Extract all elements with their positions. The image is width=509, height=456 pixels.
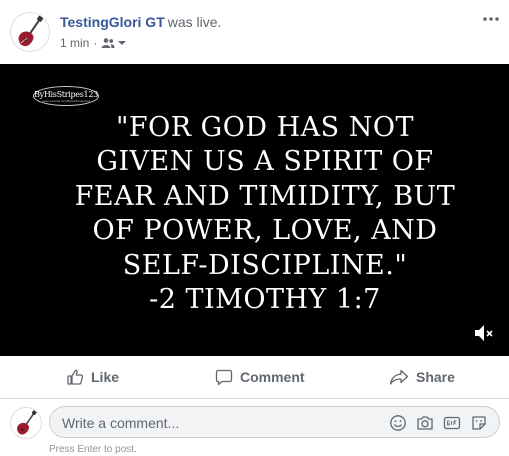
share-label: Share	[416, 369, 455, 385]
more-options-button[interactable]	[481, 12, 501, 26]
like-label: Like	[91, 369, 120, 385]
meta-separator: ·	[93, 36, 98, 50]
channel-name: ByHisStripes123	[34, 90, 98, 99]
comment-input[interactable]	[60, 407, 364, 439]
sticker-icon	[472, 416, 486, 430]
thumbs-up-icon	[67, 369, 84, 385]
gif-icon	[443, 416, 461, 430]
more-options-icon	[483, 17, 499, 21]
share-button[interactable]: Share	[389, 365, 455, 389]
guitar-icon	[17, 410, 37, 435]
sticker-button[interactable]	[469, 413, 489, 433]
photo-button[interactable]	[415, 413, 435, 433]
verse-line: of power, love, and	[92, 215, 438, 247]
post-header: TestingGlori GT was live. 1 min ·	[0, 0, 509, 64]
share-arrow-icon	[389, 369, 409, 385]
comment-button[interactable]: Comment	[215, 365, 305, 389]
commenter-avatar[interactable]	[10, 407, 42, 439]
emoji-button[interactable]	[388, 413, 408, 433]
comment-hint: Press Enter to post.	[49, 444, 137, 455]
audience-selector[interactable]	[101, 37, 127, 49]
like-button[interactable]: Like	[66, 365, 119, 389]
post-title-line: TestingGlori GT was live.	[60, 14, 221, 30]
emoji-icon	[390, 415, 406, 431]
author-name-link[interactable]: TestingGlori GT	[60, 14, 165, 30]
chevron-down-icon	[118, 41, 127, 45]
comment-composer: Press Enter to post.	[0, 400, 509, 456]
post-action-text: was live.	[167, 14, 222, 30]
channel-url: www.youtube.com/ByHisStripes123	[42, 99, 90, 103]
guitar-icon	[18, 15, 44, 47]
post-actions-bar: Like Comment Share	[0, 356, 509, 399]
verse-line: fear and timidity, but	[74, 180, 456, 212]
live-video-player[interactable]: ByHisStripes123 www.youtube.com/ByHisStr…	[0, 64, 509, 356]
verse-text: "For God has not given us a spirit of fe…	[40, 111, 490, 317]
camera-icon	[417, 416, 433, 430]
comment-input-box	[49, 406, 500, 439]
gif-button[interactable]	[442, 413, 462, 433]
comment-tools	[381, 413, 489, 433]
profile-avatar[interactable]	[10, 12, 50, 52]
verse-reference: -2 Timothy 1:7	[149, 284, 381, 316]
comment-bubble-icon	[215, 369, 233, 386]
unmute-button[interactable]	[473, 322, 495, 344]
comment-label: Comment	[240, 369, 305, 385]
verse-line: "For God has not	[115, 112, 415, 143]
verse-line: given us a spirit of	[96, 146, 434, 178]
post-timestamp[interactable]: 1 min	[60, 36, 89, 50]
friends-icon	[101, 38, 115, 48]
verse-line: self-discipline."	[122, 249, 408, 281]
post-meta: 1 min ·	[60, 36, 127, 50]
channel-watermark: ByHisStripes123 www.youtube.com/ByHisStr…	[33, 86, 99, 106]
volume-muted-icon	[475, 325, 493, 341]
